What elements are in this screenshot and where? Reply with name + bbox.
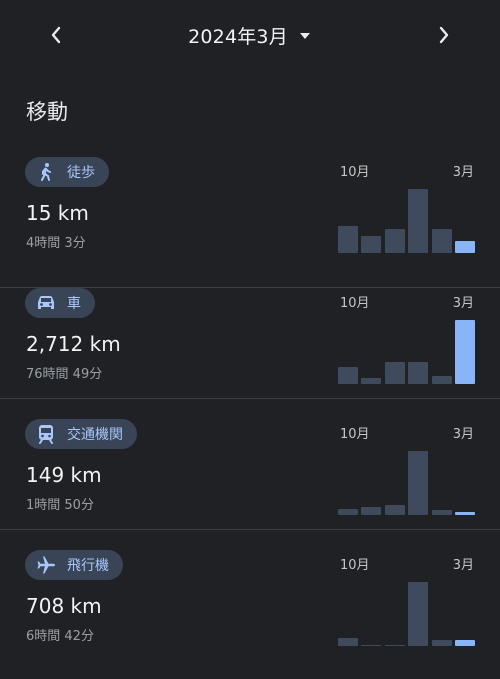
chart-bar-2月 — [431, 510, 452, 515]
airplane-icon — [35, 554, 57, 576]
chart-start-month: 10月 — [340, 165, 370, 180]
chart-bar-12月 — [384, 229, 405, 253]
chart-end-month: 3月 — [452, 165, 474, 180]
duration-value: 1時間 50分 — [26, 498, 94, 513]
chevron-right-icon — [439, 26, 449, 44]
train-icon — [35, 423, 57, 445]
activity-card-car[interactable]: 車 2,712 km 76時間 49分 10月 3月 — [0, 268, 500, 399]
activity-label: 徒歩 — [67, 165, 95, 181]
month-label: 2024年3月 — [188, 26, 288, 48]
chart-bars — [338, 451, 478, 515]
chart-bars — [338, 189, 478, 253]
chart-bar-1月 — [408, 189, 429, 253]
monthly-bar-chart: 10月 3月 — [338, 423, 478, 523]
chart-end-month: 3月 — [452, 296, 474, 311]
chart-bar-1月 — [408, 451, 429, 515]
duration-value: 4時間 3分 — [26, 236, 86, 251]
monthly-bar-chart: 10月 3月 — [338, 292, 478, 392]
activity-label: 車 — [67, 296, 81, 312]
chart-bar-3月 — [455, 640, 475, 646]
duration-value: 6時間 42分 — [26, 629, 94, 644]
monthly-bar-chart: 10月 3月 — [338, 161, 478, 261]
chart-bar-10月 — [338, 638, 358, 646]
chart-start-month: 10月 — [340, 558, 370, 573]
activity-label: 飛行機 — [67, 558, 109, 574]
distance-value: 149 km — [26, 463, 102, 487]
distance-value: 15 km — [26, 201, 89, 225]
chart-bar-3月 — [455, 512, 475, 515]
chart-bar-2月 — [431, 376, 452, 384]
chart-bar-11月 — [361, 507, 382, 515]
chart-start-month: 10月 — [340, 296, 370, 311]
chart-bar-1月 — [408, 582, 429, 646]
chart-end-month: 3月 — [452, 427, 474, 442]
activity-chip[interactable]: 車 — [25, 288, 95, 318]
monthly-bar-chart: 10月 3月 — [338, 554, 478, 654]
chart-bar-2月 — [431, 229, 452, 253]
next-month-button[interactable] — [429, 20, 459, 50]
chart-bars — [338, 582, 478, 646]
distance-value: 2,712 km — [26, 332, 121, 356]
chart-bar-10月 — [338, 367, 358, 384]
duration-value: 76時間 49分 — [26, 367, 103, 382]
chart-start-month: 10月 — [340, 427, 370, 442]
header: 2024年3月 — [0, 0, 500, 70]
section-title: 移動 — [26, 100, 68, 124]
chart-bar-11月 — [361, 378, 382, 384]
chart-bar-10月 — [338, 226, 358, 253]
activity-chip[interactable]: 飛行機 — [25, 550, 123, 580]
chart-bar-3月 — [455, 320, 475, 384]
activity-card-airplane[interactable]: 飛行機 708 km 6時間 42分 10月 3月 — [0, 530, 500, 679]
chart-bar-12月 — [384, 505, 405, 515]
car-icon — [35, 292, 57, 314]
chart-bar-12月 — [384, 362, 405, 384]
walking-icon — [35, 161, 57, 183]
chart-bar-1月 — [408, 362, 429, 384]
chart-bar-12月 — [384, 645, 405, 646]
activity-chip[interactable]: 交通機関 — [25, 419, 137, 449]
month-selector[interactable]: 2024年3月 — [0, 22, 500, 49]
activity-card-transit[interactable]: 交通機関 149 km 1時間 50分 10月 3月 — [0, 399, 500, 530]
chart-bar-11月 — [361, 645, 382, 646]
chart-bar-3月 — [455, 241, 475, 253]
caret-down-icon — [299, 32, 310, 39]
chart-bar-11月 — [361, 236, 382, 253]
activity-label: 交通機関 — [67, 427, 123, 443]
chart-bar-2月 — [431, 640, 452, 646]
chart-bars — [338, 320, 478, 384]
distance-value: 708 km — [26, 594, 102, 618]
chart-bar-10月 — [338, 509, 358, 515]
chart-end-month: 3月 — [452, 558, 474, 573]
activity-chip[interactable]: 徒歩 — [25, 157, 109, 187]
